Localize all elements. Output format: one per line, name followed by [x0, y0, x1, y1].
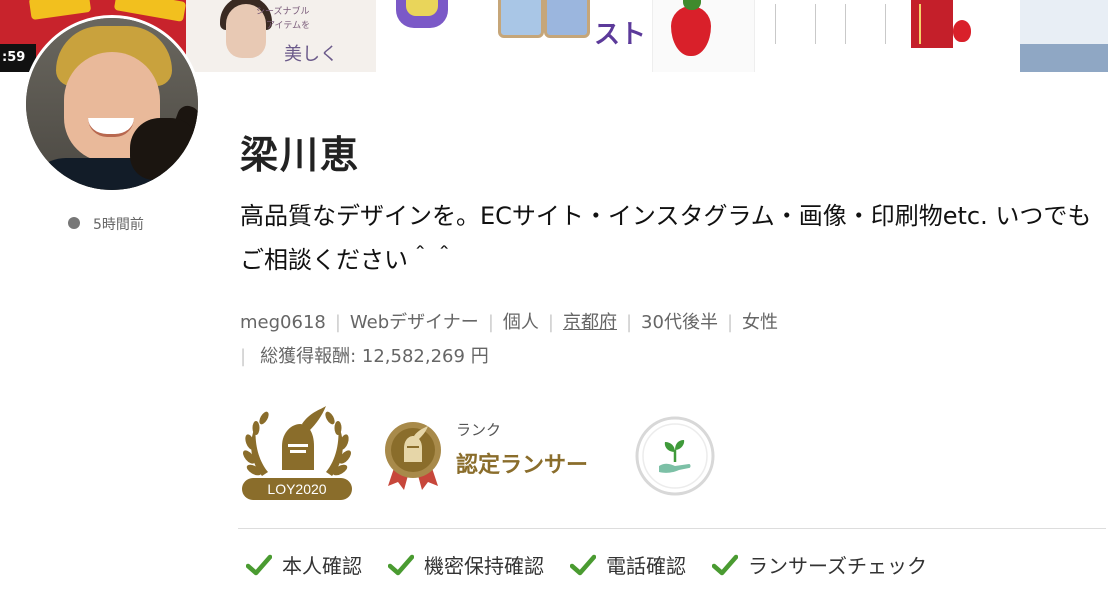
reward-unit: 円	[470, 346, 489, 367]
username: meg0618	[240, 312, 326, 333]
sprout-badge-icon[interactable]	[635, 416, 715, 496]
rank-medal-icon	[385, 422, 441, 490]
strawberry-image	[671, 6, 711, 56]
loy2020-badge[interactable]: LOY2020	[240, 402, 354, 502]
status-dot-icon	[68, 217, 80, 229]
verification-label: 本人確認	[282, 554, 362, 578]
gender: 女性	[742, 312, 779, 333]
online-status: 5時間前	[68, 214, 144, 234]
banner-caption-1: シーズナブル	[256, 7, 310, 17]
location-link[interactable]: 京都府	[563, 312, 617, 333]
age-range: 30代後半	[641, 312, 718, 333]
loy-badge-label: LOY2020	[267, 481, 326, 497]
portfolio-thumbnail-6[interactable]	[1020, 0, 1108, 72]
profile-reward: | 総獲得報酬: 12,582,269 円	[240, 346, 489, 367]
rank-label: ランク	[456, 421, 502, 439]
portfolio-thumbnail-5[interactable]	[754, 0, 1021, 72]
job-title: Webデザイナー	[349, 312, 479, 333]
profile-meta: meg0618 | Webデザイナー | 個人 | 京都府 | 30代後半 | 女性	[240, 312, 779, 333]
verification-label: ランサーズチェック	[748, 554, 927, 578]
verification-list: 本人確認 機密保持確認 電話確認 ランサーズチェック	[246, 550, 953, 579]
profile-name: 梁川恵	[240, 133, 361, 177]
verification-nda: 機密保持確認	[388, 550, 544, 579]
profile-catchphrase: 高品質なデザインを。ECサイト・インスタグラム・画像・印刷物etc. いつでもご…	[240, 202, 1092, 274]
section-divider	[238, 528, 1106, 529]
avatar[interactable]	[23, 15, 201, 193]
portfolio-thumbnail-3[interactable]: スト	[376, 0, 652, 72]
rank-value[interactable]: 認定ランサー	[456, 447, 588, 479]
check-icon	[712, 554, 738, 575]
banner-caption-3: 美しく	[284, 44, 338, 65]
check-icon	[246, 554, 272, 575]
verification-label: 機密保持確認	[424, 554, 544, 578]
banner-kana-text: スト	[594, 20, 647, 50]
last-active-text: 5時間前	[93, 217, 144, 233]
check-icon	[570, 554, 596, 575]
verification-label: 電話確認	[606, 554, 686, 578]
reward-amount: 12,582,269	[361, 346, 465, 367]
check-icon	[388, 554, 414, 575]
verification-identity: 本人確認	[246, 550, 362, 579]
account-type: 個人	[502, 312, 539, 333]
banner-caption-2: アイテムを	[266, 21, 311, 31]
reward-label: 総獲得報酬:	[260, 346, 357, 367]
verification-lancers-check: ランサーズチェック	[712, 550, 927, 579]
verification-phone: 電話確認	[570, 550, 686, 579]
portfolio-thumbnail-4[interactable]	[652, 0, 755, 72]
